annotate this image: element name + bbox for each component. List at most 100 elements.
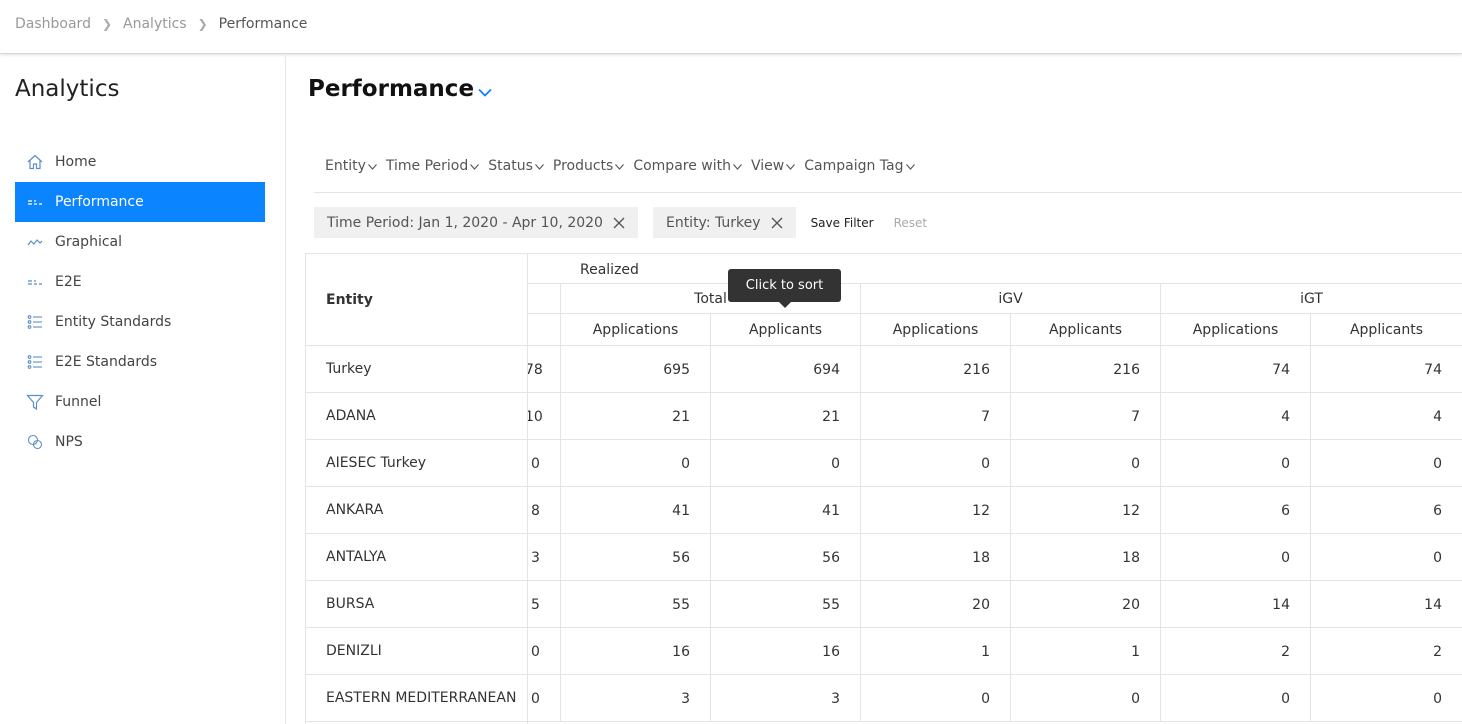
active-filters: Time Period: Jan 1, 2020 - Apr 10, 2020 … (314, 207, 927, 238)
breadcrumb-analytics[interactable]: Analytics (123, 16, 187, 32)
filter-label: Compare with (633, 158, 731, 174)
chevron-down-icon (470, 158, 480, 174)
table-cell: 0 (1310, 440, 1462, 487)
entity-cell: Turkey (306, 346, 527, 393)
column-header-total-applicants[interactable]: Applicants (710, 314, 860, 346)
filter-label: Products (552, 158, 614, 174)
chevron-down-icon (367, 158, 377, 174)
table-cell: 74 (1160, 346, 1310, 393)
sidebar-item-label: Entity Standards (55, 314, 172, 330)
sidebar-item-e2e[interactable]: E2E (15, 262, 265, 302)
column-header-igt-applications[interactable]: Applications (1160, 314, 1310, 346)
table-cell: 2 (1310, 628, 1462, 675)
performance-table: Entity Turkey ADANA AIESEC Turkey ANKARA… (305, 253, 1462, 724)
column-header-igv-applicants[interactable]: Applicants (1010, 314, 1160, 346)
filter-status[interactable]: Status (488, 158, 544, 174)
table-cell: 14 (1310, 581, 1462, 628)
table-cell: 0 (1160, 534, 1310, 581)
filter-view[interactable]: View (751, 158, 796, 174)
table-row: 8 41 41 12 12 6 6 (528, 487, 1462, 534)
list-icon (15, 313, 55, 331)
entity-cell: AIESEC Turkey (306, 440, 527, 487)
table-cell: 14 (1160, 581, 1310, 628)
sidebar-item-entity-standards[interactable]: Entity Standards (15, 302, 265, 342)
table-cell: 12 (1010, 487, 1160, 534)
save-filter-button[interactable]: Save Filter (811, 216, 874, 230)
table-data-area[interactable]: Realized Total iGV iGT Applications Appl… (528, 253, 1462, 724)
filter-label: Time Period (385, 158, 469, 174)
filter-chip-entity: Entity: Turkey (652, 207, 796, 238)
tooltip-text: Click to sort (745, 278, 824, 293)
column-header-igt-applicants[interactable]: Applicants (1310, 314, 1462, 346)
breadcrumb-dashboard[interactable]: Dashboard (15, 16, 91, 32)
filter-bar: Entity Time Period Status Products Compa… (314, 140, 1462, 193)
table-cell: 21 (710, 393, 860, 440)
sidebar-item-performance[interactable]: Performance (15, 182, 265, 222)
filter-chip-time-period: Time Period: Jan 1, 2020 - Apr 10, 2020 (314, 207, 638, 238)
filter-time-period[interactable]: Time Period (385, 158, 480, 174)
chevron-down-icon (733, 158, 742, 174)
table-cell: 7 (1010, 393, 1160, 440)
table-row: 0330000 (528, 675, 1462, 722)
chevron-down-icon (478, 82, 492, 101)
table-cell: 216 (860, 346, 1010, 393)
filter-label: View (751, 158, 785, 174)
page-title: Performance (308, 76, 475, 102)
table-cell: 3 (560, 675, 710, 722)
chip-label: Entity: Turkey (665, 214, 761, 231)
table-cell: 20 (1010, 581, 1160, 628)
table-cell-cut: 0 (531, 643, 540, 660)
table-cell: 0 (1010, 675, 1160, 722)
sidebar-item-label: E2E (55, 274, 82, 290)
table-cell: 18 (1010, 534, 1160, 581)
filter-compare-with[interactable]: Compare with (633, 158, 742, 174)
performance-icon (15, 193, 55, 211)
table-cell: 0 (1160, 675, 1310, 722)
table-cell: 41 (560, 487, 710, 534)
entity-cell: ADANA (306, 393, 527, 440)
table-row: 10 21 21 7 7 4 4 (528, 393, 1462, 440)
sidebar-item-funnel[interactable]: Funnel (15, 382, 265, 422)
header-row-groups: Total iGV iGT (528, 284, 1462, 314)
sidebar-item-home[interactable]: Home (15, 142, 265, 182)
table-cell: 0 (1010, 440, 1160, 487)
sidebar-item-label: NPS (55, 434, 83, 450)
nps-icon (15, 433, 55, 451)
entity-header[interactable]: Entity (306, 253, 527, 346)
list-icon (15, 353, 55, 371)
column-header-igv-applications[interactable]: Applications (860, 314, 1010, 346)
close-icon[interactable] (771, 217, 783, 229)
chevron-right-icon: ❯ (101, 17, 113, 31)
filter-products[interactable]: Products (552, 158, 625, 174)
header-row-realized: Realized (528, 253, 1462, 284)
sidebar-item-label: Funnel (55, 394, 102, 410)
table-row: 5 55 55 20 20 14 14 (528, 581, 1462, 628)
breadcrumb: Dashboard ❯ Analytics ❯ Performance (15, 16, 307, 32)
close-icon[interactable] (613, 217, 625, 229)
table-cell: 216 (1010, 346, 1160, 393)
table-cell: 41 (710, 487, 860, 534)
page-title-dropdown[interactable]: Performance (308, 76, 492, 102)
table-cell: 12 (860, 487, 1010, 534)
sidebar-item-label: E2E Standards (55, 354, 158, 370)
table-cell: 6 (1160, 487, 1310, 534)
filter-entity[interactable]: Entity (325, 158, 377, 174)
table-cell: 2 (1160, 628, 1310, 675)
entity-column: Entity Turkey ADANA AIESEC Turkey ANKARA… (305, 253, 528, 724)
sidebar-nav: Home Performance Graphical E2E Entity St… (15, 142, 265, 462)
home-icon (15, 153, 55, 171)
sidebar-item-e2e-standards[interactable]: E2E Standards (15, 342, 265, 382)
chevron-down-icon (534, 158, 544, 174)
sidebar-item-graphical[interactable]: Graphical (15, 222, 265, 262)
sort-tooltip: Click to sort (728, 269, 841, 308)
reset-button[interactable]: Reset (894, 216, 928, 230)
sidebar-item-nps[interactable]: NPS (15, 422, 265, 462)
graph-icon (15, 233, 55, 251)
filter-campaign-tag[interactable]: Campaign Tag (804, 158, 915, 174)
table-cell: 16 (710, 628, 860, 675)
chip-label: Time Period: Jan 1, 2020 - Apr 10, 2020 (327, 214, 603, 231)
chevron-right-icon: ❯ (197, 17, 208, 31)
table-cell: 3 (710, 675, 860, 722)
table-cell: 0 (560, 440, 710, 487)
column-header-total-applications[interactable]: Applications (560, 314, 710, 346)
